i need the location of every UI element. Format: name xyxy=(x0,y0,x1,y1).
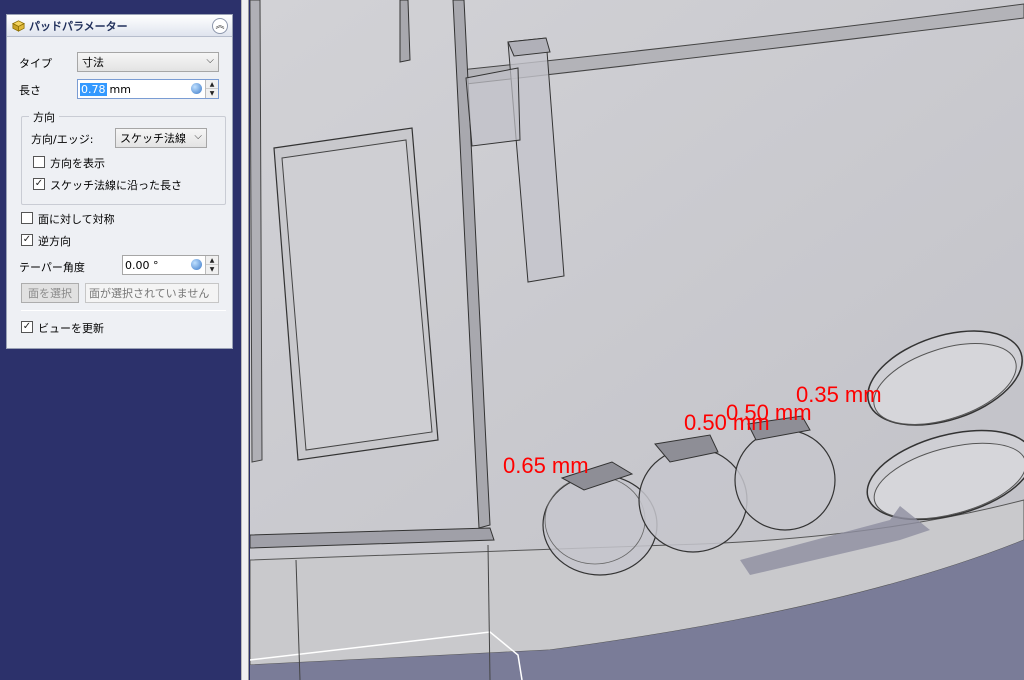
dock-splitter[interactable] xyxy=(241,0,249,680)
along-normal-label: スケッチ法線に沿った長さ xyxy=(50,179,182,192)
slot-bracket xyxy=(465,67,521,147)
type-label: タイプ xyxy=(19,57,52,70)
taper-spin-buttons[interactable]: ▲ ▼ xyxy=(205,256,218,274)
direction-group-label: 方向 xyxy=(29,109,59,125)
panel-header[interactable]: パッドパラメーター ︽ xyxy=(7,15,232,37)
direction-edge-label: 方向/エッジ: xyxy=(31,133,94,146)
direction-edge-value: スケッチ法線 xyxy=(120,132,186,145)
vertical-rail-top xyxy=(399,0,411,63)
expression-icon[interactable] xyxy=(191,259,202,270)
expression-icon[interactable] xyxy=(191,83,202,94)
left-edge xyxy=(250,0,263,463)
face-field: 面が選択されていません xyxy=(85,283,219,303)
pad-icon xyxy=(12,20,25,32)
symmetric-checkbox[interactable] xyxy=(21,212,33,224)
collapse-panel-button[interactable]: ︽ xyxy=(212,18,228,34)
face-field-placeholder: 面が選択されていません xyxy=(89,287,210,300)
show-direction-label: 方向を表示 xyxy=(50,157,105,170)
pad-parameters-panel: パッドパラメーター ︽ タイプ 寸法 ⌵ 長さ 0.78 mm ▲ ▼ 方向 方向… xyxy=(6,14,233,349)
select-face-button[interactable]: 面を選択 xyxy=(21,283,79,303)
chevron-down-icon: ⌵ xyxy=(206,55,214,66)
select-face-button-label: 面を選択 xyxy=(28,287,72,300)
length-input[interactable]: 0.78 mm ▲ ▼ xyxy=(77,79,219,99)
update-view-label: ビューを更新 xyxy=(38,322,104,335)
type-select-value: 寸法 xyxy=(82,56,104,69)
length-label: 長さ xyxy=(19,84,41,97)
model-canvas[interactable] xyxy=(250,0,1024,680)
window-inner xyxy=(281,139,433,451)
length-unit: mm xyxy=(109,82,131,96)
dimension-label: 0.65 mm xyxy=(503,453,589,478)
reversed-checkbox[interactable]: ✓ xyxy=(21,234,33,246)
type-select[interactable]: 寸法 ⌵ xyxy=(77,52,219,72)
taper-input[interactable]: 0.00 ° ▲ ▼ xyxy=(122,255,219,275)
direction-edge-select[interactable]: スケッチ法線 ⌵ xyxy=(115,128,207,148)
reversed-label: 逆方向 xyxy=(38,235,71,248)
taper-value: 0.00 ° xyxy=(125,258,159,272)
taper-label: テーパー角度 xyxy=(19,261,85,274)
3d-viewport[interactable]: 0.65 mm 0.50 mm 0.50 mm 0.35 mm xyxy=(250,0,1024,680)
update-view-checkbox[interactable]: ✓ xyxy=(21,321,33,333)
symmetric-label: 面に対して対称 xyxy=(38,213,115,226)
panel-title: パッドパラメーター xyxy=(29,19,128,33)
chevron-down-icon: ⌵ xyxy=(194,131,202,142)
along-normal-checkbox[interactable]: ✓ xyxy=(33,178,45,190)
chevrons-up-icon: ︽ xyxy=(215,20,225,31)
length-value: 0.78 xyxy=(80,82,107,96)
dimension-label: 0.35 mm xyxy=(796,382,882,407)
show-direction-checkbox[interactable] xyxy=(33,156,45,168)
length-spin-buttons[interactable]: ▲ ▼ xyxy=(205,80,218,98)
separator xyxy=(21,310,226,311)
